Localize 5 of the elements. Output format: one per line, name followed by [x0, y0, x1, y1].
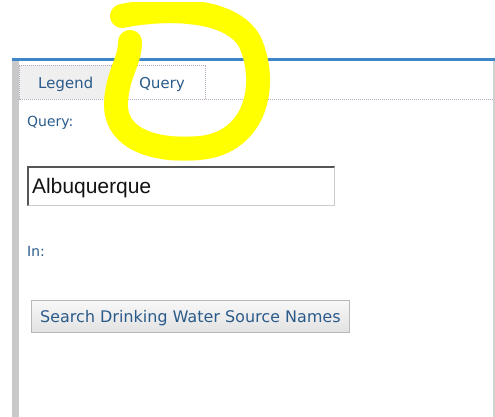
in-label: In:: [27, 244, 45, 260]
query-label: Query:: [27, 114, 74, 130]
tab[interactable]: Legend: [19, 65, 112, 99]
query-field[interactable]: Albuquerque: [27, 166, 335, 206]
search-button[interactable]: Search Drinking Water Source Names: [31, 300, 350, 333]
